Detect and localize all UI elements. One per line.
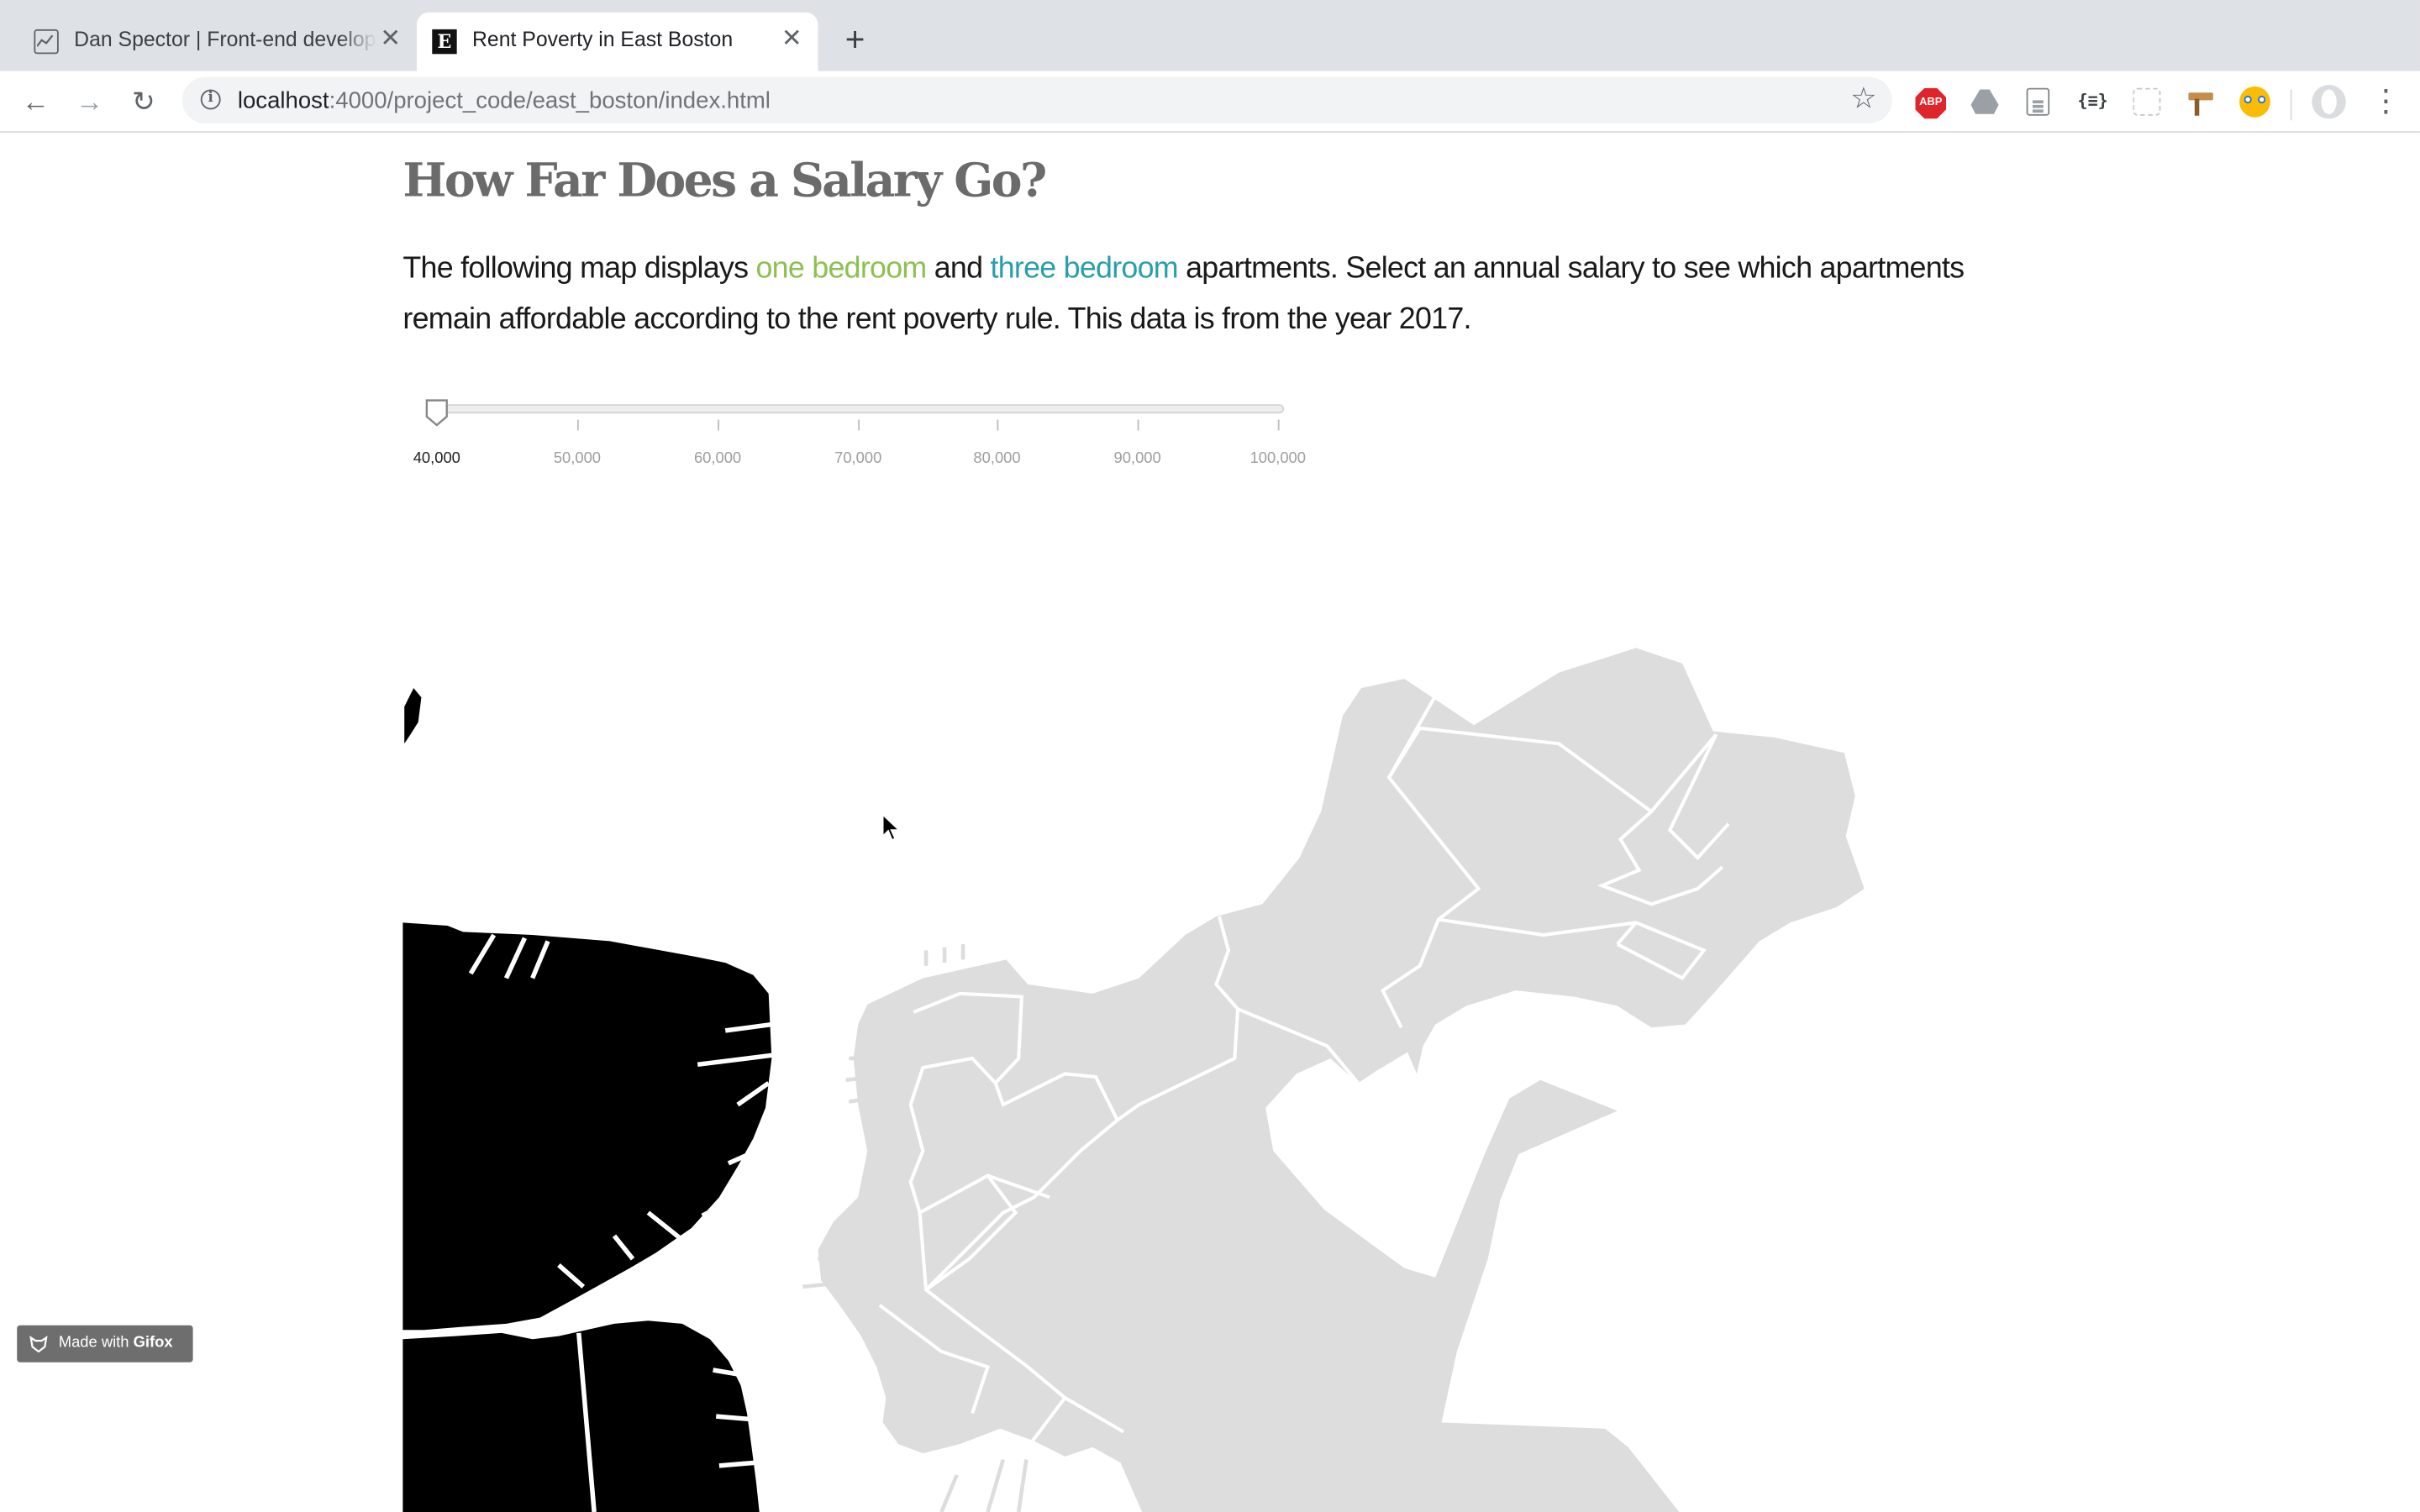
json-viewer-icon[interactable]: {≡} — [2077, 87, 2108, 118]
url-text[interactable]: localhost:4000/project_code/east_boston/… — [238, 88, 771, 114]
toolbar-divider — [2290, 89, 2292, 121]
owl-icon[interactable] — [2239, 86, 2270, 118]
adblock-plus-icon[interactable]: ABP — [1915, 87, 1947, 119]
kebab-menu-icon[interactable]: ⋮ — [2370, 83, 2402, 120]
tab-rent-poverty[interactable]: E Rent Poverty in East Boston ✕ — [416, 12, 818, 71]
url-host: localhost — [237, 87, 329, 114]
e-logo-icon: E — [432, 29, 457, 55]
browser-toolbar: ← → ↻ i localhost:4000/project_code/east… — [0, 71, 2420, 133]
map-east-boston — [818, 648, 1865, 1512]
close-icon[interactable]: ✕ — [376, 26, 404, 54]
close-icon[interactable]: ✕ — [778, 26, 806, 54]
tab-title: Rent Poverty in East Boston — [472, 28, 734, 51]
reload-icon[interactable]: ↻ — [125, 83, 162, 120]
url-path: :4000/project_code/east_boston/index.htm… — [329, 87, 771, 114]
forward-arrow-icon[interactable]: → — [71, 83, 108, 120]
map-island-boston — [404, 688, 422, 744]
badge-brand: Gifox — [133, 1334, 173, 1352]
google-drive-icon[interactable] — [1970, 89, 1999, 114]
document-icon[interactable] — [2026, 87, 2050, 116]
new-tab-plus-icon[interactable]: + — [836, 21, 873, 59]
address-bar[interactable]: i localhost:4000/project_code/east_bosto… — [182, 76, 1892, 123]
grid-icon[interactable] — [2133, 87, 2161, 116]
neighborhood-map — [402, 648, 1865, 1512]
hammer-icon[interactable] — [2187, 88, 2218, 119]
gifox-badge[interactable]: Made with Gifox — [17, 1325, 193, 1362]
info-icon[interactable]: i — [200, 89, 221, 110]
profile-avatar[interactable] — [2312, 85, 2346, 119]
image-icon — [34, 29, 59, 55]
badge-prefix: Made with — [58, 1334, 134, 1352]
tab-bar: Dan Spector | Front-end developer ✕ E Re… — [0, 0, 2420, 71]
mouse-cursor-icon — [881, 812, 902, 842]
gifox-logo-icon — [29, 1336, 48, 1353]
tab-title: Dan Spector | Front-end developer — [74, 28, 377, 51]
bookmark-star-icon[interactable]: ☆ — [1850, 83, 1876, 117]
page-content: How Far Does a Salary Go? The following … — [0, 132, 2420, 1512]
back-arrow-icon[interactable]: ← — [17, 83, 54, 120]
tab-dan-spector[interactable]: Dan Spector | Front-end developer ✕ — [18, 13, 417, 71]
map-boston-north-end — [402, 922, 772, 1331]
screen: Dan Spector | Front-end developer ✕ E Re… — [0, 0, 2420, 1512]
